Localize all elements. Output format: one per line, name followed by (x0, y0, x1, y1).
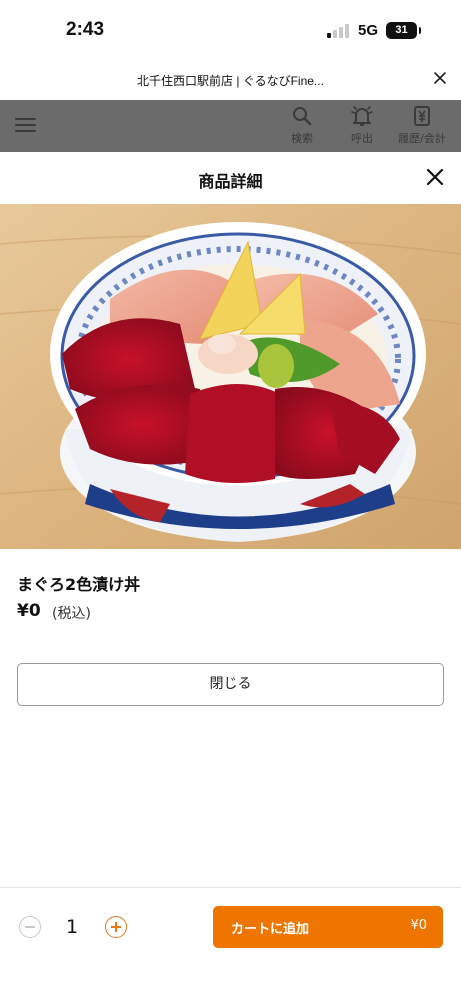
modal-title: 商品詳細 (198, 172, 263, 191)
decrease-quantity-icon[interactable] (19, 916, 41, 938)
modal-header: 商品詳細 (0, 152, 461, 204)
add-to-cart-button[interactable]: カートに追加 ¥0 (213, 906, 443, 948)
browser-title: 北千住西口駅前店 | ぐるなびFine... (137, 74, 324, 88)
call-staff-button[interactable]: 呼出 (334, 104, 390, 146)
battery-icon: 31 (386, 22, 421, 39)
product-price: ¥0 (17, 601, 41, 621)
call-staff-label: 呼出 (351, 132, 373, 145)
close-button[interactable]: 閉じる (17, 663, 444, 706)
menu-icon[interactable] (15, 118, 36, 132)
close-icon[interactable] (424, 166, 446, 188)
search-button[interactable]: 検索 (274, 104, 330, 146)
product-image (0, 204, 461, 549)
app-header: 検索 呼出 履歴/会計 (0, 100, 461, 152)
bell-icon (334, 104, 390, 128)
cart-price: ¥0 (410, 918, 427, 933)
product-name: まぐろ2色漬け丼 (17, 575, 141, 594)
receipt-icon (394, 104, 450, 128)
status-time: 2:43 (66, 19, 105, 40)
history-checkout-label: 履歴/会計 (398, 132, 446, 145)
search-label: 検索 (291, 132, 313, 145)
history-checkout-button[interactable]: 履歴/会計 (394, 104, 450, 146)
quantity-value: 1 (65, 916, 79, 938)
signal-icon (327, 24, 351, 38)
add-to-cart-label: カートに追加 (231, 922, 310, 937)
browser-bar: 北千住西口駅前店 | ぐるなびFine... (0, 62, 461, 100)
status-bar: 2:43 5G 31 (0, 0, 461, 62)
order-bar: 1 カートに追加 ¥0 (0, 887, 461, 1001)
search-icon (274, 104, 330, 128)
increase-quantity-icon[interactable] (105, 916, 127, 938)
browser-close-icon[interactable] (433, 69, 447, 90)
network-type: 5G (358, 22, 379, 39)
tax-note: (税込) (52, 606, 91, 622)
